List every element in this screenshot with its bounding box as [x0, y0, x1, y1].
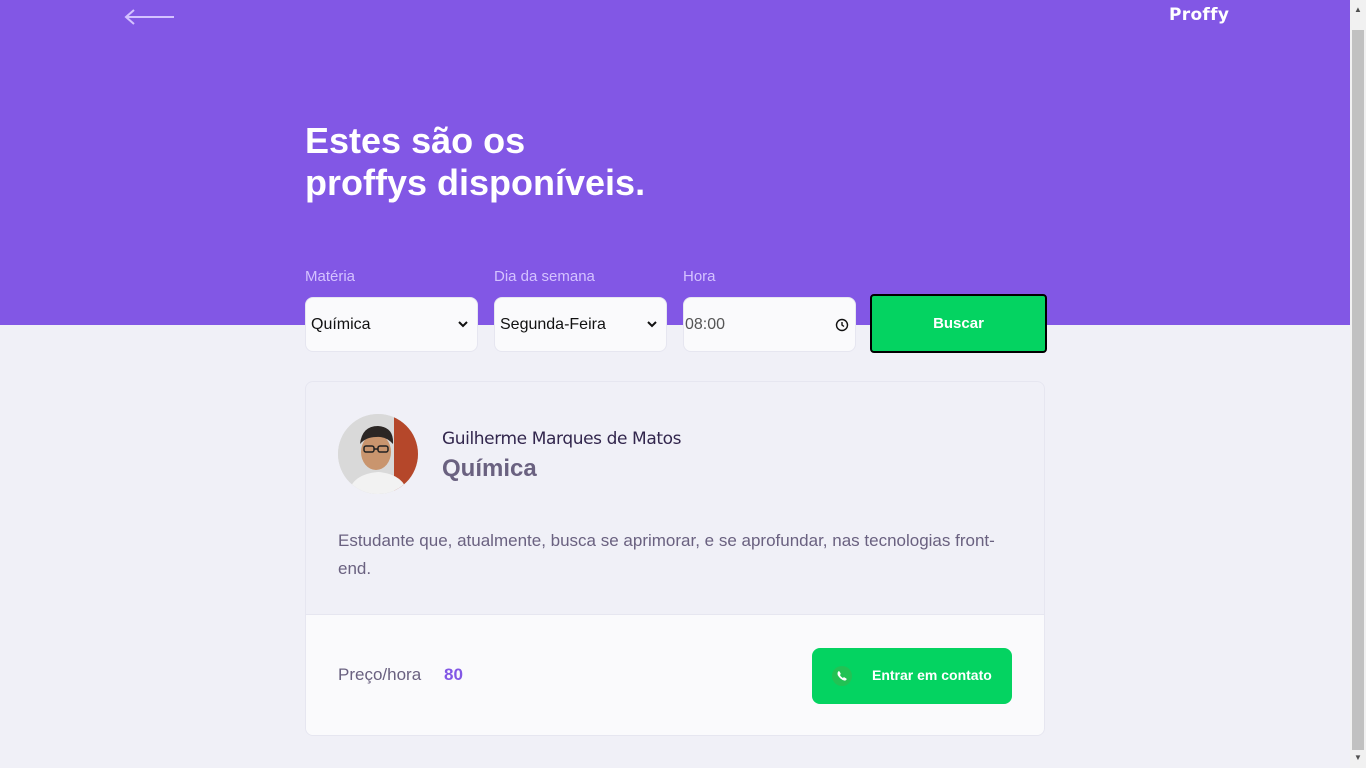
time-input-value: 08:00: [685, 315, 726, 333]
page-header: Proffy Estes são os proffys disponíveis.: [0, 0, 1350, 325]
page-title: Estes são os proffys disponíveis.: [305, 120, 725, 204]
teacher-card: Guilherme Marques de Matos Química Estud…: [305, 381, 1045, 736]
card-footer: Preço/hora 80 Entrar em contato: [306, 614, 1044, 735]
time-input[interactable]: 08:00: [683, 297, 856, 352]
teacher-bio: Estudante que, atualmente, busca se apri…: [338, 531, 995, 578]
subject-label: Matéria: [305, 268, 356, 285]
subject-select-value: Química: [311, 315, 371, 333]
time-label: Hora: [683, 268, 716, 285]
weekday-label: Dia da semana: [494, 268, 595, 285]
scrollbar-thumb[interactable]: [1352, 30, 1364, 750]
price-label: Preço/hora: [338, 665, 422, 684]
teacher-name: Guilherme Marques de Matos: [442, 429, 682, 449]
subject-select[interactable]: Química: [305, 297, 478, 352]
title-line-2: proffys disponíveis.: [305, 162, 646, 203]
teacher-avatar: [338, 414, 418, 494]
contact-button-label: Entrar em contato: [872, 667, 992, 683]
title-line-1: Estes são os: [305, 120, 526, 161]
chevron-down-icon: [458, 321, 468, 328]
whatsapp-icon: [832, 666, 852, 686]
proffy-logo: Proffy: [1169, 5, 1230, 25]
clock-icon[interactable]: [835, 318, 849, 332]
weekday-select-value: Segunda-Feira: [500, 315, 606, 333]
contact-button[interactable]: Entrar em contato: [812, 648, 1012, 704]
scroll-up-icon[interactable]: ▲: [1354, 6, 1362, 14]
teacher-subject: Química: [442, 455, 537, 482]
price-value: 80: [444, 665, 463, 684]
chevron-down-icon: [647, 321, 657, 328]
arrow-left-icon[interactable]: [122, 8, 176, 26]
search-button[interactable]: Buscar: [870, 294, 1047, 353]
weekday-select[interactable]: Segunda-Feira: [494, 297, 667, 352]
scroll-down-icon[interactable]: ▼: [1354, 754, 1362, 762]
